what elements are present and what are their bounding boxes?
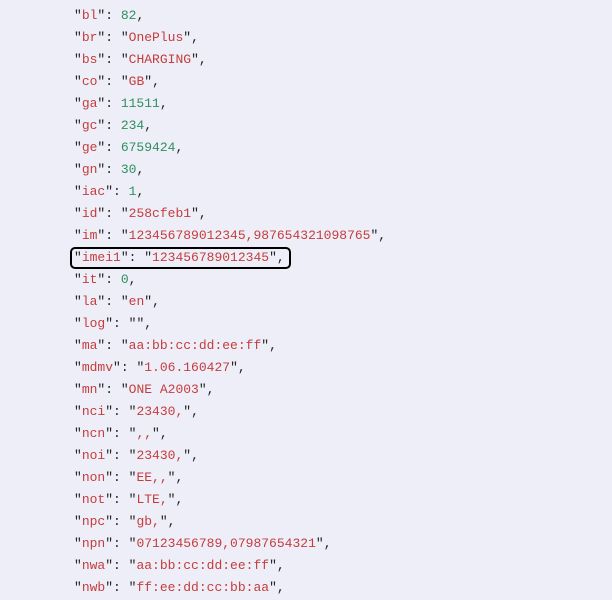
json-line: "log": "", (74, 313, 612, 335)
json-line: "ma": "aa:bb:cc:dd:ee:ff", (74, 335, 612, 357)
json-line: "co": "GB", (74, 71, 612, 93)
json-line: "imei1": "123456789012345", (74, 247, 612, 269)
json-line: "nwa": "aa:bb:cc:dd:ee:ff", (74, 555, 612, 577)
json-line: "it": 0, (74, 269, 612, 291)
highlighted-line: "imei1": "123456789012345", (70, 247, 291, 269)
json-line: "bl": 82, (74, 5, 612, 27)
json-line: "nwb": "ff:ee:dd:cc:bb:aa", (74, 577, 612, 599)
json-line: "npn": "07123456789,07987654321", (74, 533, 612, 555)
json-line: "br": "OnePlus", (74, 27, 612, 49)
json-line: "la": "en", (74, 291, 612, 313)
json-line: "non": "EE,,", (74, 467, 612, 489)
json-line: "ncn": ",,", (74, 423, 612, 445)
json-line: "id": "258cfeb1", (74, 203, 612, 225)
json-line: "gn": 30, (74, 159, 612, 181)
json-line: "im": "123456789012345,987654321098765", (74, 225, 612, 247)
json-code-block: "bl": 82,"br": "OnePlus","bs": "CHARGING… (0, 0, 612, 599)
json-line: "mn": "ONE A2003", (74, 379, 612, 401)
json-line: "ga": 11511, (74, 93, 612, 115)
json-line: "gc": 234, (74, 115, 612, 137)
json-line: "not": "LTE,", (74, 489, 612, 511)
json-line: "iac": 1, (74, 181, 612, 203)
json-line: "noi": "23430,", (74, 445, 612, 467)
json-line: "ge": 6759424, (74, 137, 612, 159)
json-line: "npc": "gb,", (74, 511, 612, 533)
json-line: "bs": "CHARGING", (74, 49, 612, 71)
json-line: "nci": "23430,", (74, 401, 612, 423)
json-line: "mdmv": "1.06.160427", (74, 357, 612, 379)
